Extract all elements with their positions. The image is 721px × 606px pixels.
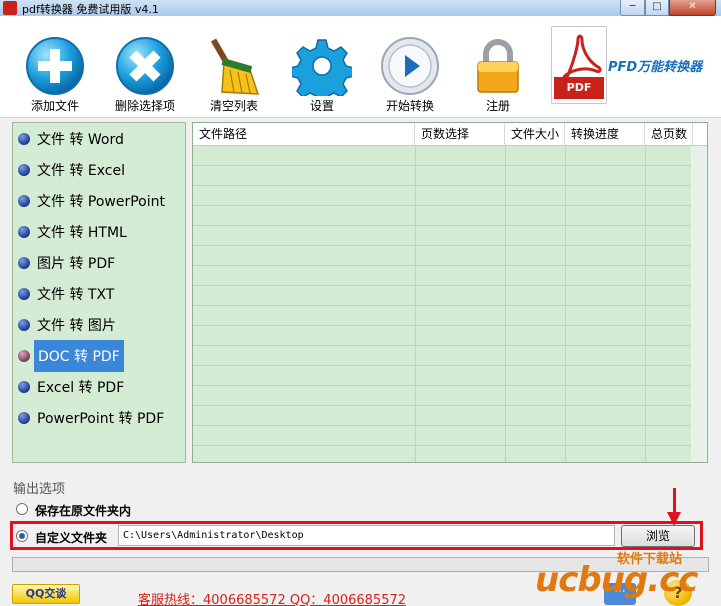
product-logo: PDF PFD万能转换器 xyxy=(551,26,711,106)
play-icon xyxy=(381,37,439,95)
toolbar: 添加文件 删除选择项 清空列表 设置 开始转换 注册 PDF PFD万能转换器 xyxy=(0,16,721,118)
start-convert-label: 开始转换 xyxy=(385,99,434,113)
radio-dot-icon xyxy=(18,164,30,176)
app-icon xyxy=(3,1,17,15)
clear-list-label: 清空列表 xyxy=(209,99,258,113)
settings-button[interactable]: 设置 xyxy=(283,16,361,116)
file-list-rows xyxy=(193,146,707,462)
annotation-arrow xyxy=(673,488,676,514)
support-hotline-link[interactable]: 客服热线：4006685572 QQ：4006685572 xyxy=(138,589,406,606)
vertical-scrollbar[interactable] xyxy=(691,146,707,462)
menu-item-label: 文件 转 HTML xyxy=(37,225,127,241)
menu-item-file-to-powerpoint[interactable]: 文件 转 PowerPoint xyxy=(16,187,168,215)
radio-dot-icon xyxy=(18,381,30,393)
radio-dot-icon xyxy=(18,195,30,207)
menu-item-powerpoint-to-pdf[interactable]: PowerPoint 转 PDF xyxy=(16,404,167,432)
radio-dot-icon xyxy=(18,412,30,424)
menu-item-label: 文件 转 图片 xyxy=(37,318,116,334)
menu-item-label: 图片 转 PDF xyxy=(37,256,116,272)
gear-icon xyxy=(292,39,352,96)
add-file-button[interactable]: 添加文件 xyxy=(16,16,94,116)
column-divider xyxy=(565,146,566,462)
menu-item-file-to-txt[interactable]: 文件 转 TXT xyxy=(16,280,117,308)
menu-item-file-to-html[interactable]: 文件 转 HTML xyxy=(16,218,130,246)
column-header-file-size[interactable]: 文件大小 xyxy=(505,123,565,146)
window-title: pdf转换器 免费试用版 v4.1 xyxy=(22,3,159,16)
register-button[interactable]: 注册 xyxy=(459,16,537,116)
menu-item-file-to-word[interactable]: 文件 转 Word xyxy=(16,125,127,153)
watermark: 软件下载站 ucbug.cc xyxy=(535,548,721,606)
minimize-button[interactable]: ─ xyxy=(620,0,645,16)
save-source-folder-radio[interactable] xyxy=(16,503,28,515)
watermark-logo: ucbug.cc xyxy=(535,560,698,600)
acrobat-icon xyxy=(562,34,602,80)
menu-item-image-to-pdf[interactable]: 图片 转 PDF xyxy=(16,249,118,277)
custom-folder-radio[interactable] xyxy=(16,530,28,542)
menu-item-file-to-image[interactable]: 文件 转 图片 xyxy=(16,311,119,339)
title-bar: pdf转换器 免费试用版 v4.1 ─ □ ✕ xyxy=(0,0,721,16)
menu-item-doc-to-pdf[interactable]: DOC 转 PDF xyxy=(16,340,124,372)
pdf-document-icon: PDF xyxy=(551,26,607,104)
menu-item-label: 文件 转 Word xyxy=(37,132,124,148)
radio-dot-icon xyxy=(18,319,30,331)
custom-folder-label[interactable]: 自定义文件夹 xyxy=(35,529,107,546)
add-file-label: 添加文件 xyxy=(30,99,79,113)
qq-chat-button[interactable]: QQ交谈 xyxy=(12,584,80,604)
radio-dot-icon xyxy=(18,350,30,362)
clear-list-button[interactable]: 清空列表 xyxy=(195,16,273,116)
menu-item-label: 文件 转 Excel xyxy=(37,163,125,179)
settings-label: 设置 xyxy=(309,99,334,113)
save-source-folder-label[interactable]: 保存在原文件夹内 xyxy=(35,502,131,519)
radio-dot-icon xyxy=(18,257,30,269)
file-list-header: 文件路径 页数选择 文件大小 转换进度 总页数 xyxy=(193,123,707,146)
output-path-input[interactable]: C:\Users\Administrator\Desktop xyxy=(118,525,615,546)
radio-dot-icon xyxy=(18,288,30,300)
product-name: PFD万能转换器 xyxy=(608,60,703,75)
column-header-page-select[interactable]: 页数选择 xyxy=(415,123,505,146)
column-divider xyxy=(645,146,646,462)
lock-icon xyxy=(477,39,519,93)
menu-item-label: DOC 转 PDF xyxy=(34,340,124,372)
delete-selected-label: 删除选择项 xyxy=(114,99,175,113)
delete-selected-button[interactable]: 删除选择项 xyxy=(106,16,184,116)
register-label: 注册 xyxy=(485,99,510,113)
menu-item-label: PowerPoint 转 PDF xyxy=(37,411,165,427)
close-button[interactable]: ✕ xyxy=(669,0,716,16)
radio-dot-icon xyxy=(18,133,30,145)
browse-button[interactable]: 浏览 xyxy=(621,525,695,547)
add-icon xyxy=(26,37,84,95)
maximize-button[interactable]: □ xyxy=(645,0,669,16)
annotation-arrow-head xyxy=(667,512,681,526)
column-divider xyxy=(505,146,506,462)
menu-item-label: 文件 转 TXT xyxy=(37,287,115,303)
conversion-type-menu: 文件 转 Word 文件 转 Excel 文件 转 PowerPoint 文件 … xyxy=(12,122,186,463)
output-options-title: 输出选项 xyxy=(13,482,66,497)
column-divider xyxy=(415,146,416,462)
pdf-badge: PDF xyxy=(554,77,604,99)
column-header-file-path[interactable]: 文件路径 xyxy=(193,123,415,146)
radio-dot-icon xyxy=(18,226,30,238)
menu-item-excel-to-pdf[interactable]: Excel 转 PDF xyxy=(16,373,127,401)
broom-icon xyxy=(210,38,260,95)
start-convert-button[interactable]: 开始转换 xyxy=(371,16,449,116)
column-header-progress[interactable]: 转换进度 xyxy=(565,123,645,146)
file-list[interactable]: 文件路径 页数选择 文件大小 转换进度 总页数 xyxy=(192,122,708,463)
delete-icon xyxy=(116,37,174,95)
menu-item-label: Excel 转 PDF xyxy=(37,380,125,396)
menu-item-label: 文件 转 PowerPoint xyxy=(37,194,165,210)
menu-item-file-to-excel[interactable]: 文件 转 Excel xyxy=(16,156,128,184)
column-header-total-pages[interactable]: 总页数 xyxy=(645,123,693,146)
